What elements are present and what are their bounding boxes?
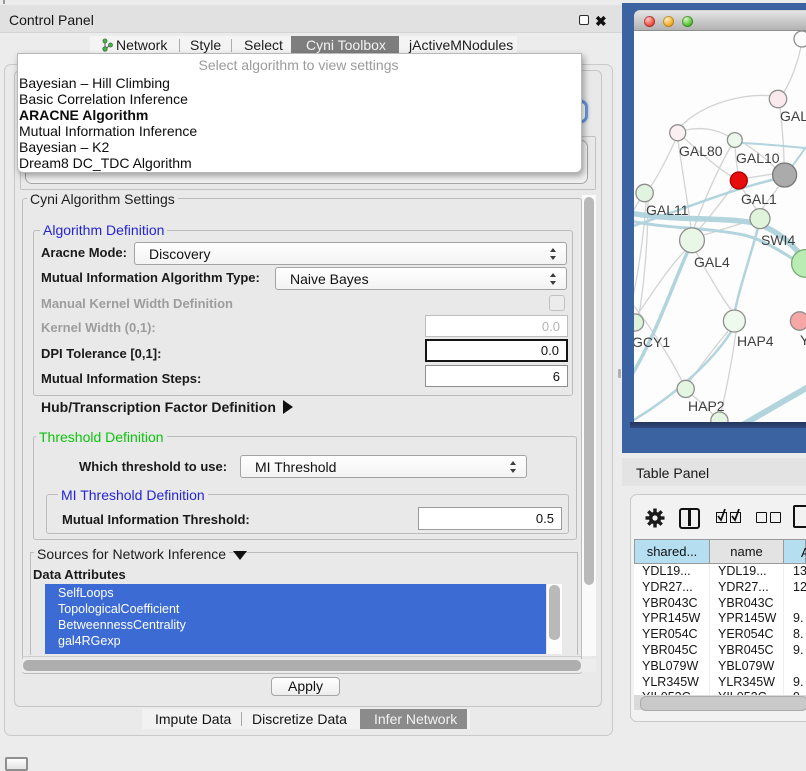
svg-text:GCY1: GCY1 [634, 334, 670, 350]
svg-text:HAP4: HAP4 [737, 333, 774, 349]
svg-text:GAL1: GAL1 [741, 191, 777, 207]
svg-text:SWI4: SWI4 [761, 232, 795, 248]
svg-text:GAL4: GAL4 [694, 254, 730, 270]
svg-text:GAL11: GAL11 [646, 202, 689, 218]
svg-text:GAL: GAL [780, 108, 806, 124]
svg-text:GAL10: GAL10 [736, 150, 780, 166]
svg-text:GAL80: GAL80 [679, 143, 723, 159]
svg-text:Y: Y [800, 332, 806, 348]
svg-text:HAP2: HAP2 [688, 398, 725, 414]
